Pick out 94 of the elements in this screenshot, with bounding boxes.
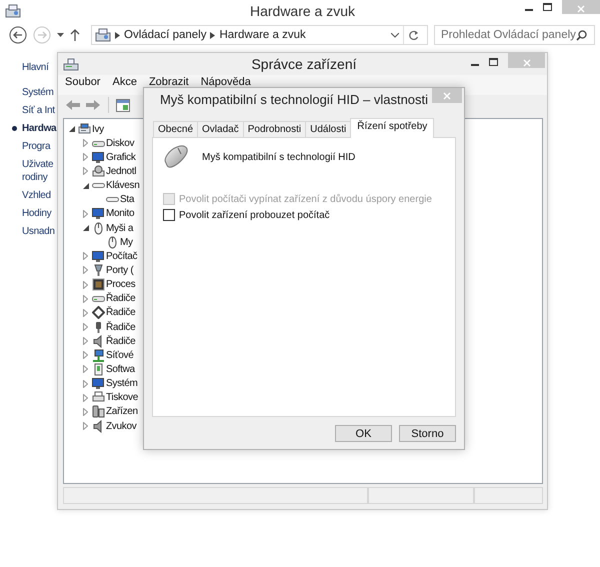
expand-arrow[interactable] [69,126,75,132]
tree-item[interactable]: Ivy [92,124,104,135]
device-manager-icon [63,58,79,70]
nav-link[interactable]: Hlavní [22,61,49,74]
refresh-icon[interactable] [408,30,419,40]
tree-item[interactable]: Síťové [106,350,134,361]
breadcrumb[interactable]: Hardware a zvuk [219,29,306,41]
tree-item[interactable]: Řadiče [106,322,136,333]
tree-item[interactable]: Řadiče [106,293,136,304]
diamond-icon [92,306,105,320]
tab[interactable]: Ovladač [197,121,243,137]
tree-item[interactable]: Řadiče [106,336,136,347]
window-title: Hardware a zvuk [248,3,356,19]
mouse-icon [163,145,189,169]
tree-item[interactable]: Zvukov [106,420,136,432]
control-panel-icon [95,28,111,42]
maximize-icon[interactable] [489,58,498,66]
tree-item[interactable]: Sta [120,194,134,206]
tree-item[interactable]: Proces [106,279,136,290]
plug-icon [92,264,105,277]
tree-item[interactable]: Zařízen [106,406,138,418]
nav-link[interactable]: Systém [22,86,54,99]
tree-item[interactable]: Počítač [106,250,138,262]
tree-item[interactable]: Monito [106,208,134,220]
chip-icon [92,278,105,292]
checkbox-label: Povolit zařízení probouzet počítač [179,210,330,220]
mouse-icon [92,222,105,235]
tab[interactable]: Podrobnosti [242,121,306,137]
tree-item[interactable]: My [120,236,133,248]
expand-arrow[interactable] [83,225,89,232]
nav-link[interactable]: Usnadn [22,225,55,238]
tab[interactable]: Obecné [153,121,198,137]
tree-item[interactable]: Grafick [106,152,136,163]
chevron-icon[interactable] [210,32,216,38]
device-name: Myš kompatibilní s technologií HID [202,152,356,162]
checkbox[interactable] [163,209,175,221]
tree-item[interactable]: Systém [106,378,138,390]
dropdown-icon[interactable] [391,32,399,38]
close-icon [577,4,585,12]
menu-item[interactable]: Soubor [65,76,100,88]
monitor-icon [92,207,105,220]
ok-button[interactable]: OK [335,425,392,442]
chevron-icon[interactable] [115,32,120,38]
printer-icon [92,391,105,404]
window-title: Správce zařízení [250,56,358,72]
tree-item[interactable]: Softwa [106,364,135,375]
monitor-icon [92,250,105,263]
tab[interactable]: Události [305,121,350,137]
tree-item[interactable]: Tiskove [106,392,138,404]
close-icon [522,59,530,67]
close-button[interactable] [562,0,600,14]
nav-link[interactable]: Progra [22,140,50,153]
tree-item[interactable]: Řadiče [106,307,136,318]
phone-icon [92,405,105,418]
box-icon [92,362,105,376]
mouse-icon [106,236,119,249]
nav-link[interactable]: Hodiny [22,207,52,220]
network-icon [92,348,105,362]
nav-link[interactable]: Hardwa [22,122,56,135]
dialog-title: Myš kompatibilní s technologií HID – vlastnosti [158,91,430,109]
tab[interactable]: Řízení spotřeby [350,118,434,138]
disc-icon [92,164,105,178]
forward-arrow-icon[interactable] [85,99,101,111]
tree-item[interactable]: Jednotl [106,166,136,177]
forward-button[interactable] [33,26,51,44]
monitor-icon [92,150,105,164]
close-icon [443,92,451,100]
menu-item[interactable]: Akce [112,76,137,88]
back-button[interactable] [9,26,27,44]
nav-link[interactable]: Síť a Int [22,104,55,117]
expand-arrow[interactable] [83,182,89,189]
monitor-icon [92,377,105,390]
properties-icon[interactable] [116,98,130,112]
tree-item[interactable]: Klávesn [106,180,140,192]
menu-item[interactable]: Zobrazit [148,76,189,88]
menu-item[interactable]: Nápověda [200,76,251,88]
dropdown-icon[interactable] [57,33,64,37]
search-field[interactable]: Prohledat Ovládací panely [434,25,595,45]
control-panel-icon [5,4,21,18]
maximize-icon[interactable] [543,3,552,11]
back-arrow-icon[interactable] [65,99,81,111]
computer-icon [78,122,91,136]
close-button[interactable] [508,53,545,68]
checkbox-label: Povolit počítači vypínat zařízení z důvodu úspory energie [179,194,432,204]
search-icon[interactable] [576,30,587,40]
tree-item[interactable]: Myši a [106,222,134,234]
tree-item[interactable]: Diskov [106,138,134,149]
breadcrumb[interactable]: Ovládací panely [124,29,206,41]
nav-link[interactable]: Vzhled [22,189,51,202]
cancel-button[interactable]: Storno [399,425,456,442]
nav-link[interactable]: Uživate rodiny [22,158,54,184]
close-button[interactable] [432,88,462,103]
tree-item[interactable]: Porty ( [106,264,134,276]
up-arrow-icon[interactable] [70,29,80,41]
